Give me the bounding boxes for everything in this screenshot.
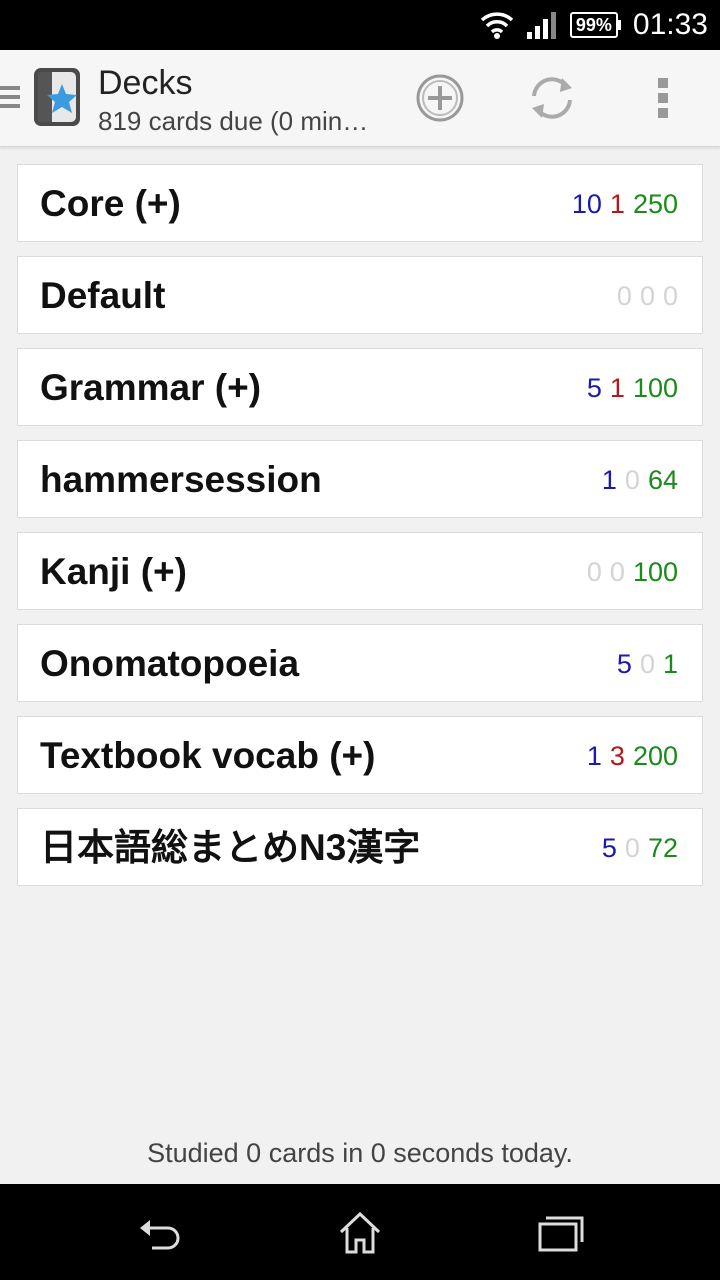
deck-counts: 10 1 250 [564, 165, 678, 243]
learn-count: 1 [609, 373, 625, 403]
deck-row[interactable]: Core (+) 10 1 250 [17, 164, 703, 242]
review-count: 200 [632, 741, 678, 771]
home-icon[interactable] [335, 1208, 385, 1258]
anki-app-icon[interactable] [32, 66, 84, 130]
recent-apps-icon[interactable] [536, 1208, 586, 1258]
deck-name: Default [40, 275, 166, 316]
sync-icon[interactable] [526, 72, 578, 124]
add-icon[interactable] [414, 72, 466, 124]
review-count: 0 [662, 281, 678, 311]
action-bar: Decks 819 cards due (0 minutes) [0, 50, 720, 147]
battery-icon: 99% [569, 12, 621, 38]
navigation-bar [0, 1184, 720, 1280]
review-count: 100 [632, 373, 678, 403]
learn-count: 3 [609, 741, 625, 771]
learn-count: 0 [609, 557, 625, 587]
deck-name: Grammar (+) [40, 367, 262, 408]
review-count: 100 [632, 557, 678, 587]
deck-counts: 1 3 200 [579, 717, 678, 795]
cards-due-subtitle: 819 cards due (0 minutes) [98, 106, 373, 136]
deck-counts: 000 [609, 257, 678, 335]
new-count: 10 [571, 189, 602, 219]
deck-row[interactable]: Grammar (+) 5 1 100 [17, 348, 703, 426]
deck-name: Kanji (+) [40, 551, 187, 592]
deck-list: Core (+) 10 1 250 Default 0 0 0 Grammar (+) 5 1 100… [17, 164, 703, 900]
learn-count: 0 [624, 833, 640, 863]
overflow-menu-icon[interactable] [640, 72, 692, 124]
deck-name: hammersession [40, 459, 322, 500]
deck-row[interactable]: Onomatopoeia 5 0 1 [17, 624, 703, 702]
new-count: 5 [616, 649, 632, 679]
learn-count: 0 [639, 649, 655, 679]
back-icon[interactable] [134, 1208, 184, 1258]
review-count: 1 [662, 649, 678, 679]
deck-row[interactable]: hammersession 1 0 64 [17, 440, 703, 518]
deck-counts: 5 1 100 [579, 349, 678, 427]
deck-name: Onomatopoeia [40, 643, 300, 684]
review-count: 72 [647, 833, 678, 863]
deck-name: Core (+) [40, 183, 181, 224]
deck-row[interactable]: 日本語総まとめN3漢字 5 0 72 [17, 808, 703, 886]
deck-row[interactable]: Kanji (+) 0 0 100 [17, 532, 703, 610]
clock: 01:33 [632, 8, 708, 41]
review-count: 64 [647, 465, 678, 495]
deck-row[interactable]: Default 0 0 0 [17, 256, 703, 334]
deck-row[interactable]: Textbook vocab (+) 1 3 200 [17, 716, 703, 794]
deck-counts: 501 [609, 625, 678, 703]
page-title: Decks [98, 64, 193, 102]
new-count: 0 [616, 281, 632, 311]
learn-count: 0 [639, 281, 655, 311]
new-count: 5 [586, 373, 602, 403]
deck-counts: 5 0 72 [594, 809, 678, 887]
studied-summary: Studied 0 cards in 0 seconds today. [147, 1138, 573, 1168]
review-count: 250 [632, 189, 678, 219]
new-count: 0 [586, 557, 602, 587]
new-count: 1 [601, 465, 617, 495]
deck-counts: 1 0 64 [594, 441, 678, 519]
deck-name: Textbook vocab (+) [40, 735, 376, 776]
learn-count: 0 [624, 465, 640, 495]
learn-count: 1 [609, 189, 625, 219]
wifi-icon [480, 12, 514, 39]
drawer-icon[interactable] [0, 86, 20, 113]
battery-level: 99% [569, 12, 618, 38]
status-bar: 99% 01:33 [0, 0, 720, 50]
new-count: 5 [601, 833, 617, 863]
deck-name: 日本語総まとめN3漢字 [40, 827, 421, 868]
signal-icon [526, 12, 556, 39]
new-count: 1 [586, 741, 602, 771]
deck-counts: 0 0 100 [579, 533, 678, 611]
